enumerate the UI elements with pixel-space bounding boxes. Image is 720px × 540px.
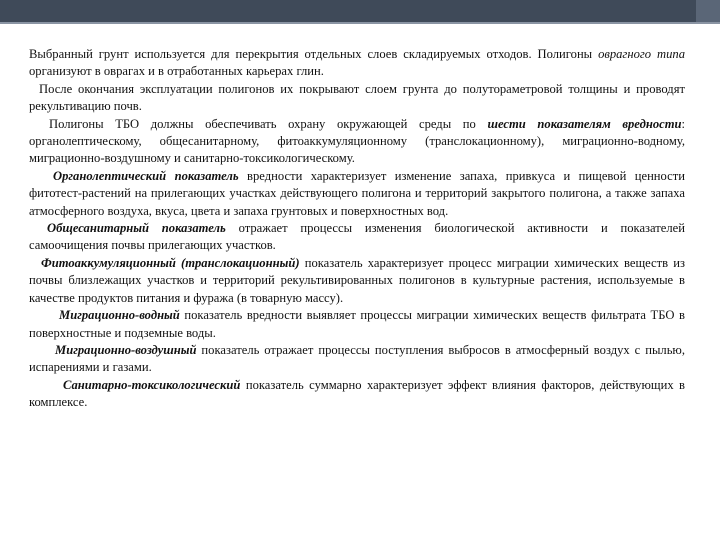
term-migration-air: Миграционно-воздушный [55, 342, 197, 357]
paragraph-migration-water: Миграционно-водный показатель вредности … [29, 307, 685, 342]
paragraph-phytoaccumulation: Фитоаккумуляционный (транслокационный) п… [29, 255, 685, 307]
slide: Выбранный грунт используется для перекры… [0, 0, 720, 540]
paragraph-six-indicators: Полигоны ТБО должны обеспечивать охрану … [29, 116, 685, 168]
term-organoleptic: Органолептический показатель [53, 168, 239, 183]
emphasis-ravine-type: оврагного типа [598, 47, 685, 61]
paragraph-organoleptic: Органолептический показатель вредности х… [29, 168, 685, 220]
emphasis-six-indicators: шести показателям вредности [487, 116, 682, 131]
text-span: Выбранный грунт используется для перекры… [29, 47, 599, 61]
text-span: Полигоны ТБО должны обеспечивать охрану … [49, 116, 488, 131]
term-general-sanitary: Общесанитарный показатель [47, 221, 226, 236]
header-accent [696, 0, 720, 22]
header-bar [0, 0, 720, 22]
body-text: Выбранный грунт используется для перекры… [29, 46, 685, 412]
header-divider [0, 22, 720, 24]
paragraph-sanitary-toxicological: Санитарно-токсикологический показатель с… [29, 377, 685, 412]
paragraph-general-sanitary: Общесанитарный показатель отражает проце… [29, 220, 685, 255]
term-phytoaccumulation: Фитоаккумуляционный (транслокационный) [41, 255, 300, 270]
paragraph-recultivation: После окончания эксплуатации полигонов и… [29, 81, 685, 116]
term-migration-water: Миграционно-водный [59, 308, 180, 323]
text-span: После окончания эксплуатации полигонов и… [29, 81, 685, 114]
paragraph-migration-air: Миграционно-воздушный показатель отражае… [29, 342, 685, 377]
text-span: организуют в оврагах и в отработанных ка… [29, 64, 324, 79]
paragraph-landfill-ravine: Выбранный грунт используется для перекры… [29, 46, 685, 81]
term-sanitary-toxicological: Санитарно-токсикологический [63, 377, 241, 392]
